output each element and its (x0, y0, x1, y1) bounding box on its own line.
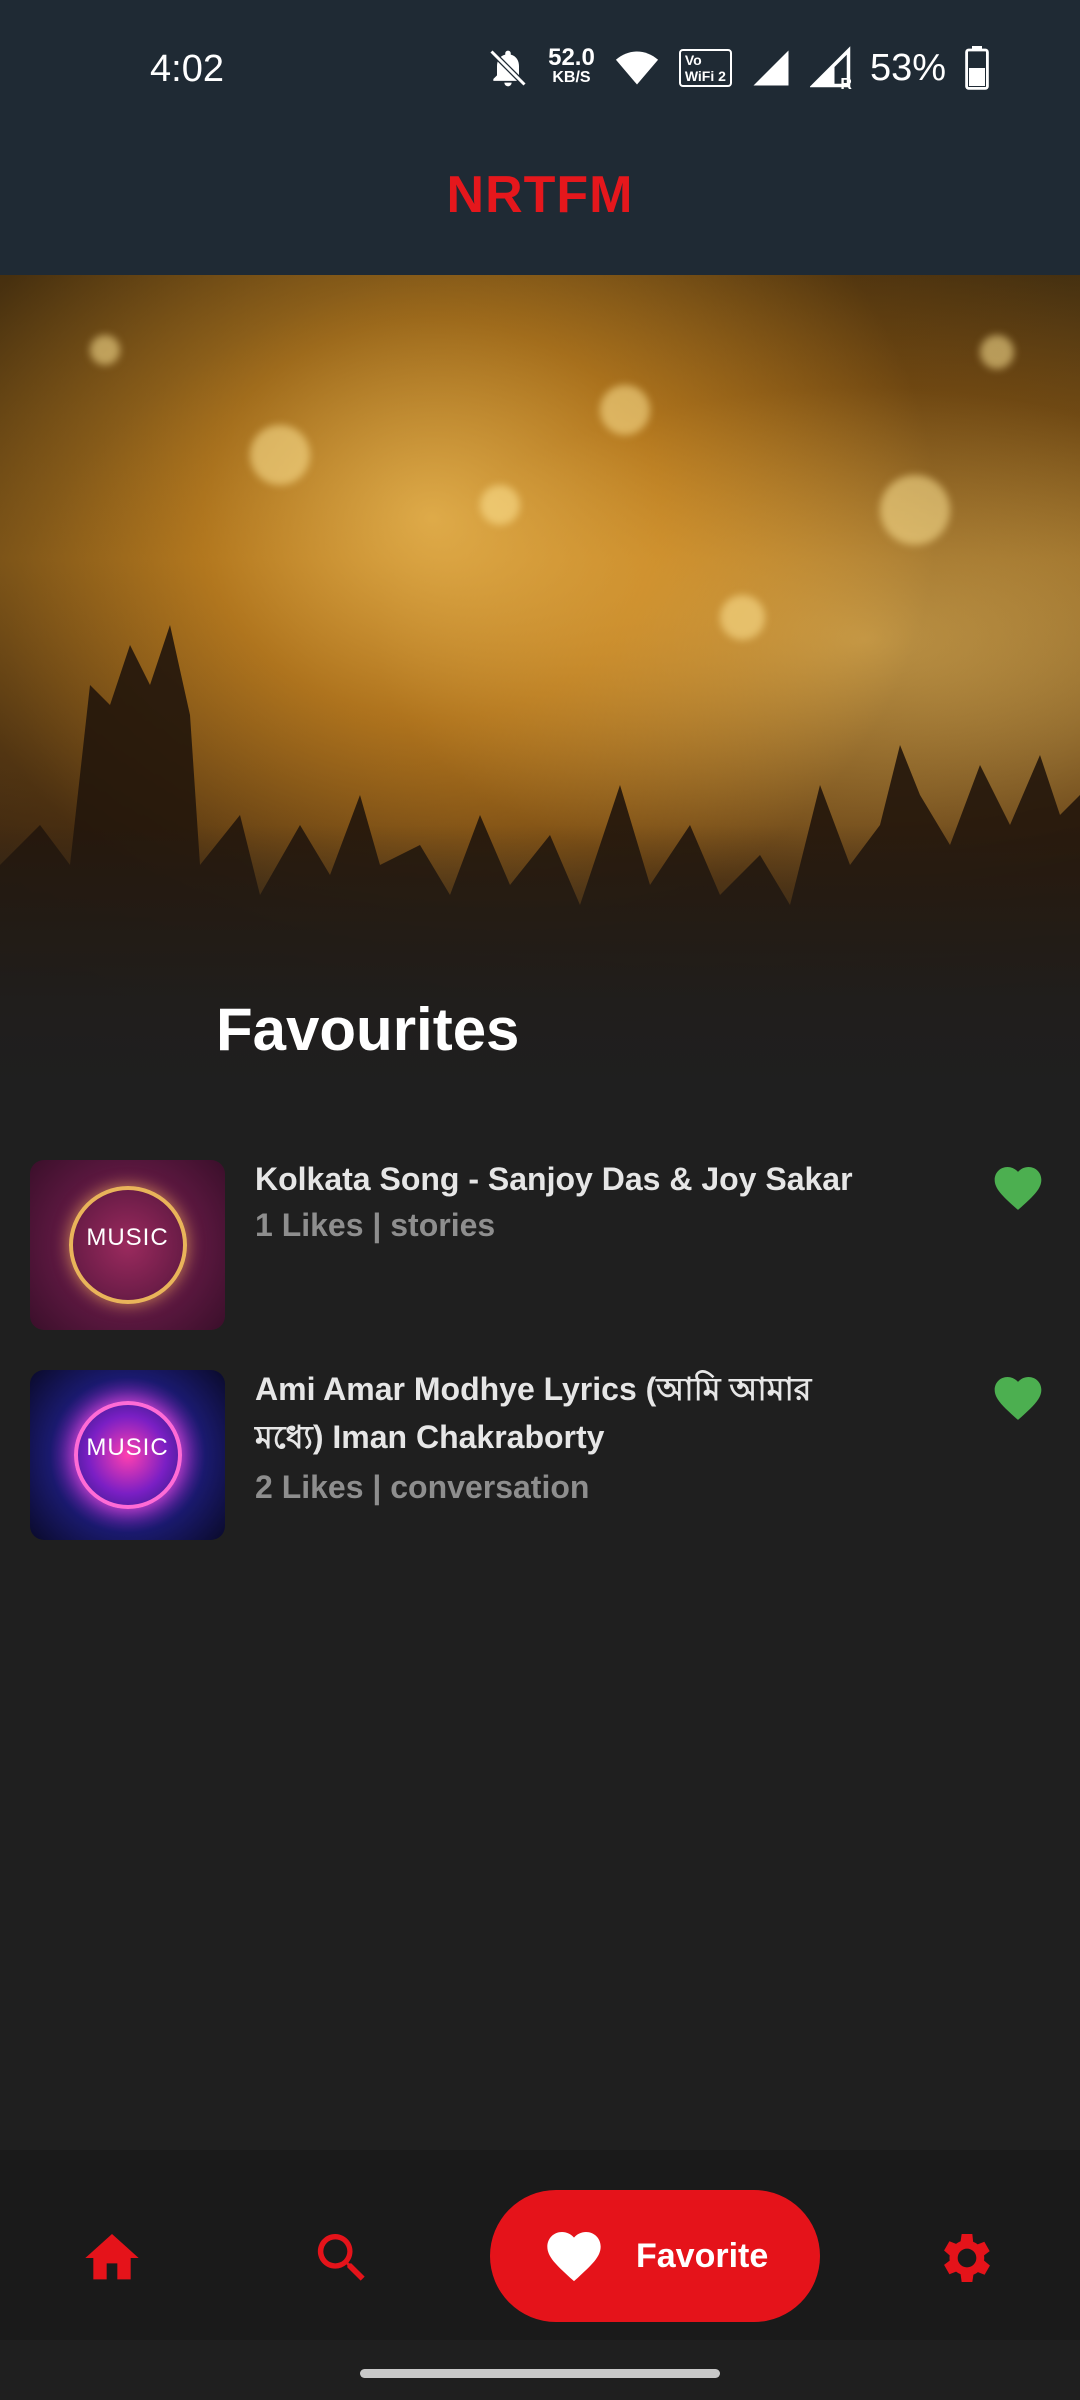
vowifi-bottom-text: WiFi 2 (684, 68, 726, 84)
gesture-bar[interactable] (360, 2369, 720, 2378)
track-title: Ami Amar Modhye Lyrics (আমি আমার মধ্যে) … (255, 1371, 812, 1455)
hero-banner: Favourites (0, 275, 1080, 1085)
favorite-tab-label: Favorite (636, 2236, 769, 2275)
app-bar: NRTFM (0, 110, 1080, 275)
track-meta: 2 Likes | conversation (255, 1469, 590, 1505)
signal-roaming-icon: R (809, 46, 852, 93)
page-title: Favourites (216, 996, 520, 1063)
net-speed-unit: KB/S (552, 69, 591, 86)
battery-percent: 53% (869, 46, 946, 89)
track-title: Kolkata Song - Sanjoy Das & Joy Sakar (255, 1161, 853, 1197)
heart-icon (547, 2232, 601, 2282)
thumbnail-text: MUSIC (86, 1434, 169, 1461)
list-item[interactable]: MUSIC Ami Amar Modhye Lyrics (আমি আমার ম… (0, 1365, 1080, 1575)
favourites-list: MUSIC Kolkata Song - Sanjoy Das & Joy Sa… (0, 1155, 1080, 1575)
track-thumbnail: MUSIC (30, 1370, 225, 1540)
status-icons: 52.0 KB/S Vo WiFi 2 R 53% (486, 40, 990, 96)
heart-icon[interactable] (990, 1370, 1046, 1426)
roaming-badge: R (840, 76, 852, 93)
thumbnail-text: MUSIC (86, 1224, 169, 1251)
net-speed: 52.0 KB/S (548, 44, 595, 88)
bottom-nav: Favorite (0, 2150, 1080, 2340)
heart-icon[interactable] (990, 1160, 1046, 1216)
net-speed-value: 52.0 (548, 44, 595, 71)
bokeh-light (880, 475, 950, 545)
bokeh-light (600, 385, 650, 435)
status-time: 4:02 (150, 48, 224, 90)
vowifi-top-text: Vo (684, 52, 702, 68)
signal-icon (753, 50, 789, 86)
favorite-tab[interactable]: Favorite (490, 2190, 820, 2322)
gear-icon[interactable] (935, 2226, 999, 2290)
bokeh-light (480, 485, 520, 525)
hero-fade (0, 825, 1080, 1085)
bokeh-light (980, 335, 1014, 369)
wifi-icon (615, 51, 658, 85)
app-title: NRTFM (446, 166, 634, 224)
list-item[interactable]: MUSIC Kolkata Song - Sanjoy Das & Joy Sa… (0, 1155, 1080, 1365)
bokeh-light (250, 425, 310, 485)
battery-icon (965, 46, 989, 90)
track-meta: 1 Likes | stories (255, 1207, 496, 1243)
bell-off-icon (489, 49, 527, 87)
bokeh-light (90, 335, 120, 365)
vowifi-icon: Vo WiFi 2 (678, 49, 732, 87)
home-icon[interactable] (80, 2226, 144, 2290)
search-icon[interactable] (310, 2226, 374, 2290)
track-thumbnail: MUSIC (30, 1160, 225, 1330)
